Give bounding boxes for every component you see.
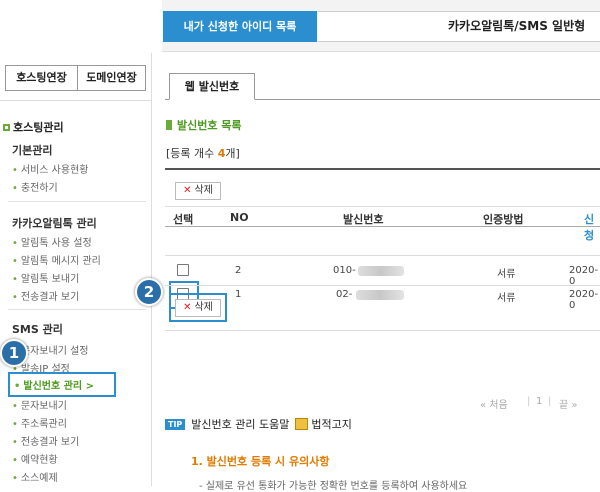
row-checkbox[interactable] bbox=[177, 264, 189, 276]
row-date: 2020-0 bbox=[569, 289, 599, 311]
registered-count: [등록 개수 4개] bbox=[166, 145, 240, 161]
row-auth: 서류 bbox=[497, 293, 516, 304]
domain-extend-button[interactable]: 도메인연장 bbox=[78, 65, 146, 91]
section-title-text: 호스팅관리 bbox=[13, 121, 64, 134]
close-icon: ✕ bbox=[183, 302, 192, 313]
tip-tag: TIP bbox=[165, 418, 186, 430]
sidebar-item-charge[interactable]: 충전하기 bbox=[12, 179, 58, 194]
tip-help-link[interactable]: 발신번호 관리 도움말 bbox=[191, 416, 289, 432]
sidebar-item-sms-results[interactable]: 전송결과 보기 bbox=[12, 433, 79, 448]
sidebar-item-kakao-results[interactable]: 전송결과 보기 bbox=[12, 288, 79, 303]
guide-subtext: - 실제로 유선 통화가 가능한 정확한 번호를 등록하여 사용하세요 bbox=[199, 481, 468, 492]
tab-web-caller-number[interactable]: 웹 발신번호 bbox=[169, 73, 255, 100]
hosting-extend-button[interactable]: 호스팅연장 bbox=[5, 65, 78, 91]
delete-button-top[interactable]: ✕ 삭제 bbox=[175, 182, 221, 200]
tab-my-id-list[interactable]: 내가 신청한 아이디 목록 bbox=[163, 11, 317, 42]
top-left-blank bbox=[0, 0, 162, 52]
sidebar-item-alimtalk-setting[interactable]: 알림톡 사용 설정 bbox=[12, 234, 92, 249]
group-kakao: 카카오알림톡 관리 bbox=[12, 217, 97, 230]
square-icon bbox=[3, 124, 10, 131]
sidebar-item-service-usage[interactable]: 서비스 사용현황 bbox=[12, 161, 89, 176]
group-sms: SMS 관리 bbox=[12, 323, 63, 336]
bullet-icon bbox=[166, 120, 172, 130]
col-date: 신청 bbox=[584, 213, 595, 242]
pager-rule bbox=[165, 330, 600, 331]
col-auth-method: 인증방법 bbox=[483, 213, 524, 226]
row-auth: 서류 bbox=[497, 269, 516, 280]
row-no: 2 bbox=[235, 265, 242, 276]
row-date: 2020-0 bbox=[569, 265, 599, 287]
blurred-number bbox=[356, 290, 404, 300]
row-no: 1 bbox=[235, 289, 242, 300]
tab-bar: 웹 발신번호 bbox=[165, 73, 600, 100]
row-number: 02- bbox=[336, 289, 353, 300]
delete-label: 삭제 bbox=[194, 185, 213, 196]
count-suffix: 개] bbox=[225, 147, 240, 160]
col-number: 발신번호 bbox=[343, 213, 384, 226]
close-icon: ✕ bbox=[183, 185, 192, 196]
blurred-number bbox=[358, 266, 404, 276]
col-select: 선택 bbox=[173, 213, 194, 226]
top-bar: 내가 신청한 아이디 목록 카카오알림톡/SMS 일반형 bbox=[0, 0, 600, 52]
table-divider bbox=[165, 206, 600, 207]
table-top-rule bbox=[165, 168, 600, 170]
table-bottom-rule bbox=[165, 285, 600, 286]
sidebar-divider bbox=[8, 201, 146, 202]
pager-current[interactable]: 1 bbox=[536, 396, 542, 407]
step-badge-1: 1 bbox=[0, 339, 28, 367]
delete-label: 삭제 bbox=[194, 302, 213, 313]
table-header-rule bbox=[165, 226, 600, 227]
service-title: 카카오알림톡/SMS 일반형 bbox=[318, 11, 600, 42]
sidebar-item-alimtalk-send[interactable]: 알림톡 보내기 bbox=[12, 270, 79, 285]
pager-separator: | bbox=[548, 396, 552, 407]
sidebar-divider bbox=[8, 309, 146, 310]
sidebar-buttons: 호스팅연장 도메인연장 bbox=[5, 65, 146, 91]
sidebar-item-alimtalk-message[interactable]: 알림톡 메시지 관리 bbox=[12, 252, 101, 267]
notice-icon bbox=[295, 418, 309, 430]
count-prefix: [등록 개수 bbox=[166, 147, 218, 160]
pager-separator: | bbox=[527, 396, 531, 407]
sidebar-item-caller-number[interactable]: 발신번호 관리 > bbox=[8, 372, 116, 397]
group-basic: 기본관리 bbox=[12, 144, 53, 157]
section-title-hosting: 호스팅관리 bbox=[3, 119, 64, 135]
sidebar-item-address-book[interactable]: 주소록관리 bbox=[12, 415, 67, 430]
row-number: 010- bbox=[333, 265, 356, 276]
pager-last[interactable]: 끝 » bbox=[559, 396, 578, 411]
pager-first[interactable]: « 처음 bbox=[480, 396, 508, 411]
col-no: NO bbox=[230, 211, 249, 224]
tip-row: TIP 발신번호 관리 도움말 법적고지 bbox=[165, 416, 352, 432]
sidebar-item-source-examples[interactable]: 소스예제 bbox=[12, 469, 58, 484]
row-divider bbox=[165, 255, 600, 256]
guide-title: 1. 발신번호 등록 시 유의사항 bbox=[191, 455, 330, 468]
list-title: 발신번호 목록 bbox=[166, 117, 242, 133]
sidebar-item-send-sms[interactable]: 문자보내기 bbox=[12, 397, 67, 412]
list-title-text: 발신번호 목록 bbox=[177, 119, 242, 132]
sidebar-divider bbox=[0, 100, 152, 101]
legal-notice-link[interactable]: 법적고지 bbox=[311, 416, 351, 432]
delete-button-bottom[interactable]: ✕ 삭제 bbox=[175, 299, 221, 317]
sidebar: 호스팅연장 도메인연장 호스팅관리 기본관리 서비스 사용현황 충전하기 카카오… bbox=[0, 53, 152, 486]
sidebar-item-reservations[interactable]: 예약현황 bbox=[12, 451, 58, 466]
